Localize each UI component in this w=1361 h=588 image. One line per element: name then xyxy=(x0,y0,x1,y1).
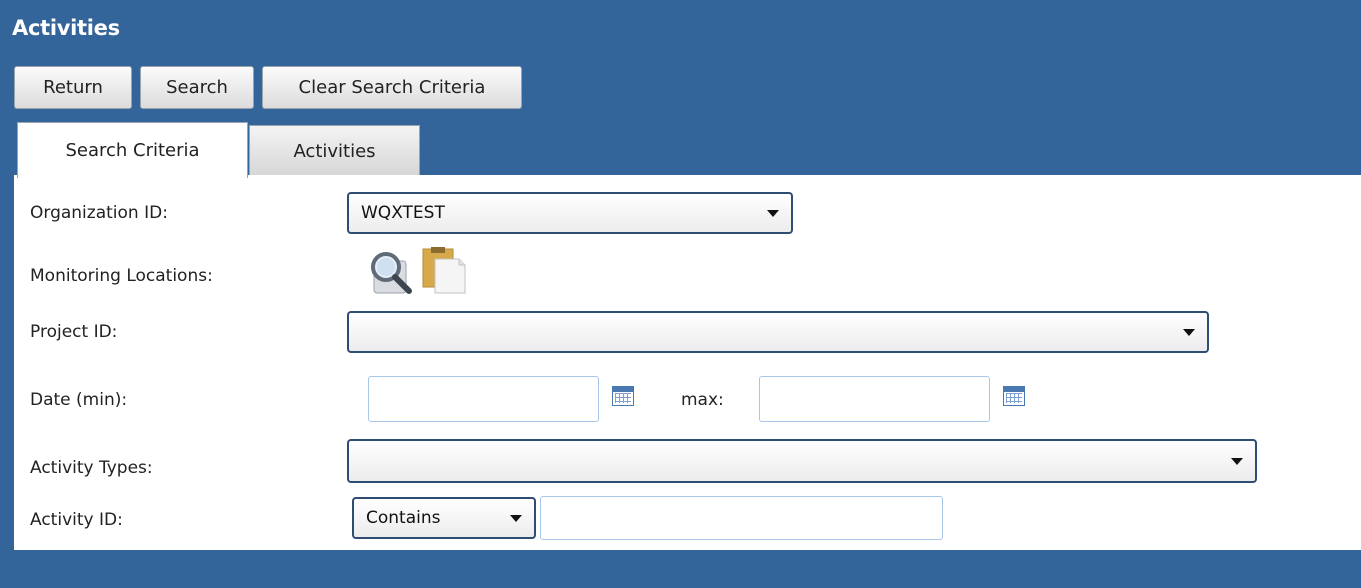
tab-search-criteria[interactable]: Search Criteria xyxy=(17,122,248,178)
project-id-select[interactable] xyxy=(347,311,1209,353)
organization-id-select[interactable]: WQXTEST xyxy=(347,192,793,234)
calendar-icon[interactable] xyxy=(612,386,634,406)
activity-id-operator-select[interactable]: Contains xyxy=(352,497,536,539)
tab-activities[interactable]: Activities xyxy=(249,125,420,176)
clipboard-icon[interactable] xyxy=(419,245,467,295)
search-button[interactable]: Search xyxy=(140,66,254,109)
chevron-down-icon xyxy=(767,210,779,217)
activity-types-select[interactable] xyxy=(347,439,1257,483)
return-button[interactable]: Return xyxy=(14,66,132,109)
date-max-input[interactable] xyxy=(759,376,990,422)
chevron-down-icon xyxy=(1231,458,1243,465)
project-id-label: Project ID: xyxy=(30,322,118,342)
chevron-down-icon xyxy=(510,515,522,522)
search-criteria-panel: Organization ID: WQXTEST Monitoring Loca… xyxy=(14,175,1361,550)
organization-id-value: WQXTEST xyxy=(361,203,445,223)
activity-id-operator-value: Contains xyxy=(366,508,441,528)
page-title: Activities xyxy=(12,16,120,40)
tab-label: Activities xyxy=(293,140,376,162)
date-max-label: max: xyxy=(681,390,724,410)
search-icon[interactable] xyxy=(368,247,414,295)
clear-search-criteria-button[interactable]: Clear Search Criteria xyxy=(262,66,522,109)
activity-id-label: Activity ID: xyxy=(30,510,123,530)
tab-label: Search Criteria xyxy=(65,140,200,161)
chevron-down-icon xyxy=(1183,329,1195,336)
date-min-input[interactable] xyxy=(368,376,599,422)
monitoring-locations-label: Monitoring Locations: xyxy=(30,266,213,286)
date-min-label: Date (min): xyxy=(30,390,128,410)
activity-types-label: Activity Types: xyxy=(30,458,153,478)
organization-id-label: Organization ID: xyxy=(30,203,168,223)
activity-id-input[interactable] xyxy=(540,496,943,540)
calendar-icon[interactable] xyxy=(1003,386,1025,406)
